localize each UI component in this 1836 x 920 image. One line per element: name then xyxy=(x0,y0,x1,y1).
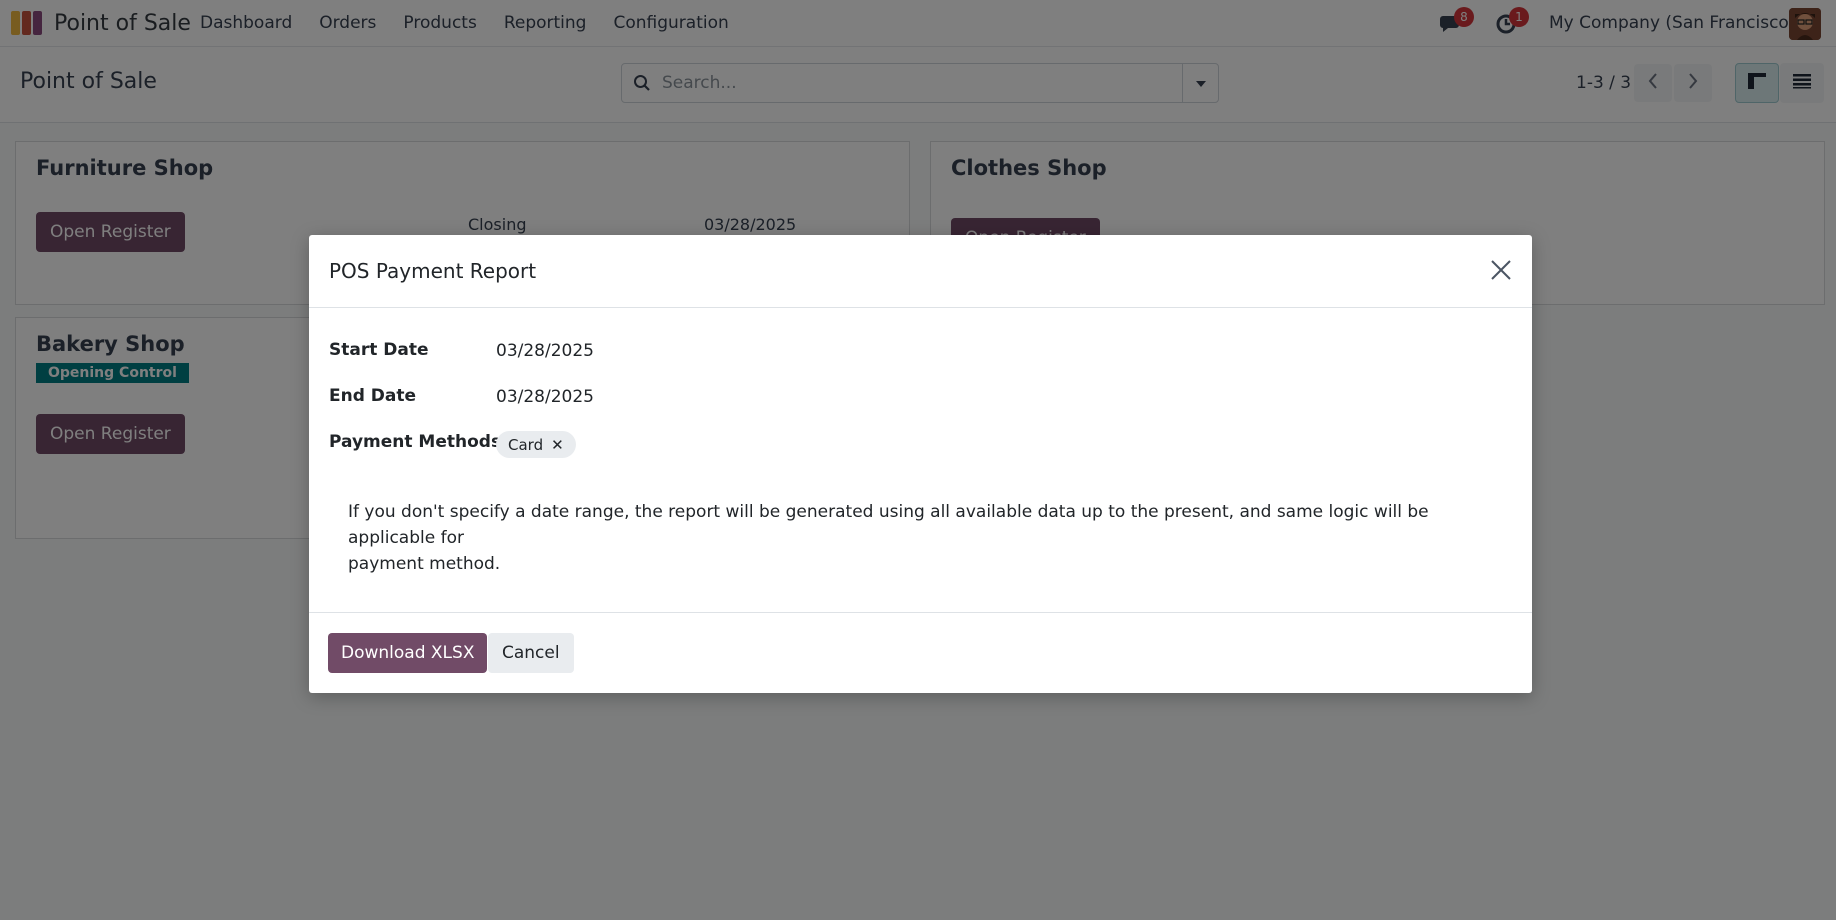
close-icon xyxy=(1490,259,1512,286)
dialog-footer: Download XLSX Cancel xyxy=(309,612,1532,693)
start-date-label: Start Date xyxy=(329,340,429,360)
tag-label: Card xyxy=(508,435,544,454)
start-date-field[interactable]: 03/28/2025 xyxy=(496,341,594,361)
end-date-label: End Date xyxy=(329,386,417,406)
info-notice: If you don't specify a date range, the r… xyxy=(348,499,1498,577)
close-button[interactable] xyxy=(1488,259,1514,285)
payment-method-tag: Card ✕ xyxy=(496,431,576,458)
payment-methods-label: Payment Methods xyxy=(329,432,502,452)
dialog-header: POS Payment Report xyxy=(309,235,1532,308)
notice-line: If you don't specify a date range, the r… xyxy=(348,502,1429,548)
cancel-button[interactable]: Cancel xyxy=(488,633,574,673)
end-date-field[interactable]: 03/28/2025 xyxy=(496,387,594,407)
notice-line: payment method. xyxy=(348,554,501,574)
remove-tag-icon[interactable]: ✕ xyxy=(551,436,564,454)
pos-payment-report-dialog: POS Payment Report Start Date 03/28/2025… xyxy=(309,235,1532,693)
download-xlsx-button[interactable]: Download XLSX xyxy=(328,633,488,673)
dialog-title: POS Payment Report xyxy=(329,259,537,283)
